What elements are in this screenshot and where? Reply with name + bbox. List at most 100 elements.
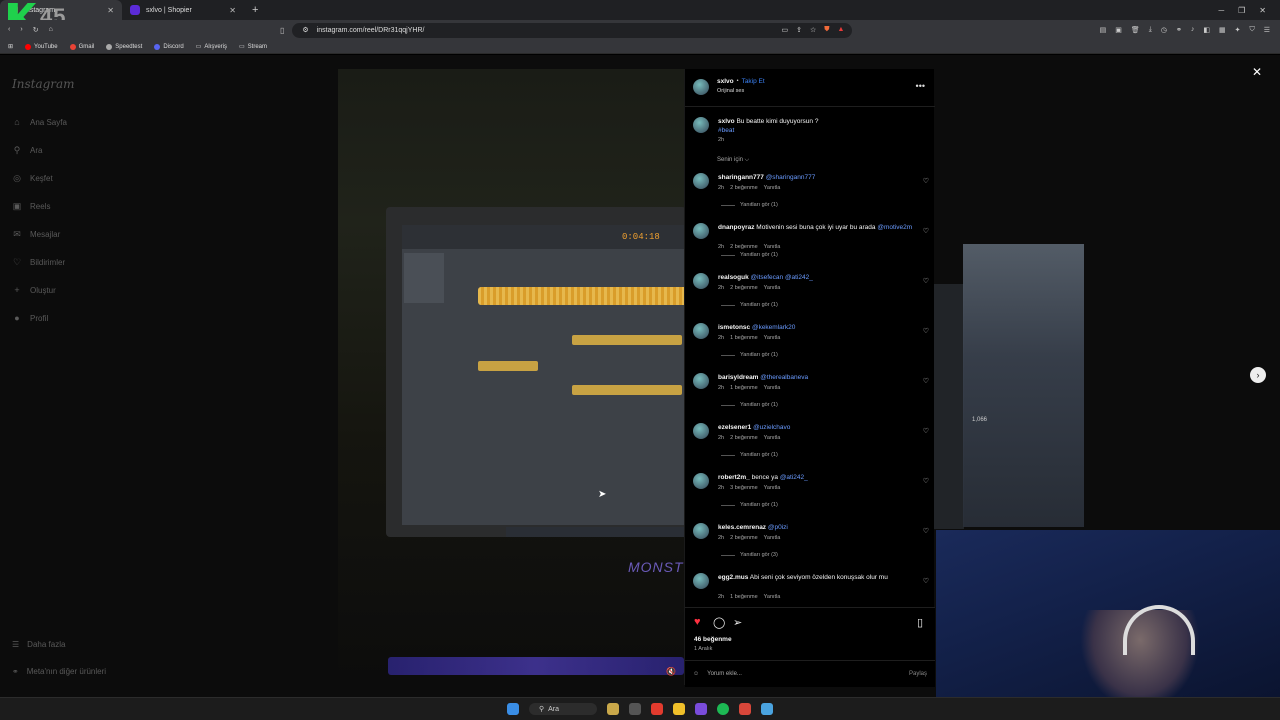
sidebar-item-notifications[interactable]: ♡ Bildirimler <box>12 257 65 268</box>
comment-username[interactable]: barisyldream <box>718 374 758 381</box>
avatar[interactable] <box>693 373 709 389</box>
reply-button[interactable]: Yanıtla <box>764 285 781 291</box>
emoji-icon[interactable]: ☺ <box>693 671 699 677</box>
reply-button[interactable]: Yanıtla <box>764 335 781 341</box>
comment-username[interactable]: ismetonsc <box>718 324 750 331</box>
view-replies[interactable]: Yanıtları gör (3) <box>721 552 778 558</box>
comment-username[interactable]: egg2.mus <box>718 574 748 581</box>
mute-icon[interactable]: 🔇 <box>666 667 676 676</box>
comment-mention[interactable]: @p0izi <box>768 524 788 531</box>
bookmark-youtube[interactable]: YouTube <box>25 43 58 50</box>
view-replies[interactable]: Yanıtları gör (1) <box>721 502 778 508</box>
sidebar-item-explore[interactable]: ◎ Keşfet <box>12 173 53 184</box>
avatar[interactable] <box>693 573 709 589</box>
spotify-icon[interactable] <box>717 703 729 715</box>
rewards-icon[interactable]: ▲ <box>837 26 844 34</box>
comment-likes[interactable]: 3 beğenme <box>730 485 758 491</box>
comment-username[interactable]: realsoguk <box>718 274 749 281</box>
reply-button[interactable]: Yanıtla <box>764 435 781 441</box>
reply-button[interactable]: Yanıtla <box>764 535 781 541</box>
close-window-icon[interactable]: ✕ <box>1259 6 1266 15</box>
comment-mention[interactable]: @uzielchavo <box>753 424 790 431</box>
bookmark-stream[interactable]: ▭ Stream <box>239 43 267 51</box>
comment-username[interactable]: sharingann777 <box>718 174 764 181</box>
star-icon[interactable]: ☆ <box>810 26 816 34</box>
view-replies[interactable]: Yanıtları gör (1) <box>721 402 778 408</box>
close-icon[interactable]: ✕ <box>1252 65 1262 79</box>
sidebar-item-messages[interactable]: ✉ Mesajlar <box>12 229 60 240</box>
avatar[interactable] <box>693 473 709 489</box>
comment-likes[interactable]: 2 beğenme <box>730 285 758 291</box>
reader-icon[interactable]: ▤ <box>1100 26 1107 34</box>
more-options-icon[interactable]: ••• <box>916 81 925 91</box>
avatar[interactable] <box>693 323 709 339</box>
comment-username[interactable]: ezelsener1 <box>718 424 751 431</box>
sidebar-item-more[interactable]: ☰ Daha fazla <box>12 640 65 649</box>
caption-hashtag[interactable]: #beat <box>718 127 734 134</box>
reel-video[interactable]: 0:04:18 MONSTE ➤ 🔇 <box>338 69 684 685</box>
app-icon[interactable] <box>739 703 751 715</box>
sidebar-item-search[interactable]: ⚲ Ara <box>12 145 43 156</box>
sidebar-icon[interactable]: ◧ <box>1203 26 1210 34</box>
bookmark-alisveris[interactable]: ▭ Alışveriş <box>196 43 227 51</box>
bookmark-discord[interactable]: Discord <box>154 43 184 50</box>
comment-likes[interactable]: 2 beğenme <box>730 244 758 250</box>
comment-like-heart-icon[interactable]: ♡ <box>923 427 929 435</box>
comment-like-heart-icon[interactable]: ♡ <box>923 277 929 285</box>
comment-like-heart-icon[interactable]: ♡ <box>923 377 929 385</box>
reply-button[interactable]: Yanıtla <box>764 485 781 491</box>
save-bookmark-icon[interactable]: ▯ <box>917 616 923 629</box>
comment-likes[interactable]: 2 beğenme <box>730 435 758 441</box>
view-replies[interactable]: Yanıtları gör (1) <box>721 452 778 458</box>
comment-like-heart-icon[interactable]: ♡ <box>923 327 929 335</box>
caption-username[interactable]: sxlvo <box>718 118 735 125</box>
prev-reel-thumb[interactable] <box>934 284 964 529</box>
brave-icon[interactable] <box>651 703 663 715</box>
comment-likes[interactable]: 1 beğenme <box>730 385 758 391</box>
next-reel-thumb[interactable] <box>963 244 1084 527</box>
file-explorer-icon[interactable] <box>673 703 685 715</box>
vpn-icon[interactable]: ⛉ <box>1249 26 1254 34</box>
sidebar-item-create[interactable]: + Oluştur <box>12 285 55 295</box>
reply-button[interactable]: Yanıtla <box>764 385 781 391</box>
comment-likes[interactable]: 1 beğenme <box>730 594 758 600</box>
next-arrow-icon[interactable]: › <box>1250 367 1266 383</box>
comment-mention[interactable]: @therealbaneva <box>760 374 808 381</box>
steam-icon[interactable] <box>761 703 773 715</box>
comment-mention[interactable]: @sharingann777 <box>766 174 816 181</box>
comment-icon[interactable]: ◯ <box>713 616 725 629</box>
site-info-icon[interactable]: ⚙ <box>302 26 308 34</box>
tab-shopier[interactable]: sxlvo | Shopier ✕ <box>122 0 244 20</box>
avatar[interactable] <box>693 223 709 239</box>
maximize-icon[interactable]: ❐ <box>1238 6 1245 15</box>
back-icon[interactable]: ‹ <box>8 26 10 34</box>
home-icon[interactable]: ⌂ <box>49 26 53 34</box>
view-replies[interactable]: Yanıtları gör (1) <box>721 252 778 258</box>
comment-username[interactable]: keles.cemrenaz <box>718 524 766 531</box>
history-icon[interactable]: ◷ <box>1161 26 1167 34</box>
avatar[interactable] <box>693 79 709 95</box>
close-tab-icon[interactable]: ✕ <box>229 6 236 15</box>
comment-likes[interactable]: 1 beğenme <box>730 335 758 341</box>
forward-icon[interactable]: › <box>20 26 22 34</box>
reply-button[interactable]: Yanıtla <box>764 244 781 250</box>
view-replies[interactable]: Yanıtları gör (1) <box>721 202 778 208</box>
brave-shield-icon[interactable]: ⛊ <box>824 26 829 34</box>
bookmark-gmail[interactable]: Gmail <box>69 43 94 50</box>
audio-label[interactable]: Orijinal ses <box>717 88 744 94</box>
comment-like-heart-icon[interactable]: ♡ <box>923 527 929 535</box>
comment-like-heart-icon[interactable]: ♡ <box>923 227 929 235</box>
view-replies[interactable]: Yanıtları gör (1) <box>721 352 778 358</box>
reload-icon[interactable]: ↻ <box>33 26 39 34</box>
bookmark-icon[interactable]: ▯ <box>280 26 284 35</box>
likes-count[interactable]: 46 beğenme <box>694 636 732 643</box>
comment-username[interactable]: robert2m_ <box>718 474 750 481</box>
app-icon[interactable] <box>695 703 707 715</box>
new-tab-button[interactable]: + <box>244 4 266 16</box>
windows-start-icon[interactable] <box>507 703 519 715</box>
comment-input[interactable]: Yorum ekle... <box>707 671 742 677</box>
post-comment-button[interactable]: Paylaş <box>909 671 927 677</box>
trash-icon[interactable]: 🗑 <box>1131 26 1140 34</box>
comment-like-heart-icon[interactable]: ♡ <box>923 477 929 485</box>
comment-likes[interactable]: 2 beğenme <box>730 185 758 191</box>
